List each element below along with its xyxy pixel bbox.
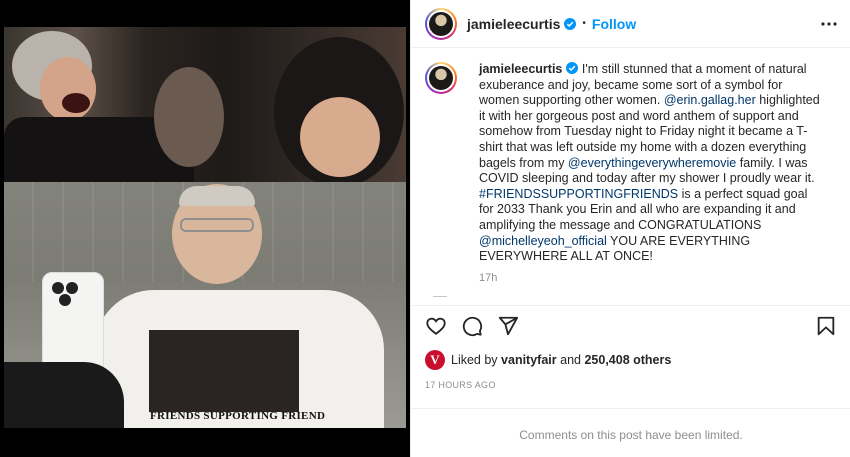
bookmark-icon[interactable] (815, 315, 837, 337)
comments-limited-notice: Comments on this post have been limited. (519, 428, 743, 442)
caption-text: jamieleecurtis I'm still stunned that a … (479, 62, 825, 286)
separator-dot: • (582, 18, 586, 29)
selfie-photo (4, 182, 406, 428)
mention-link[interactable]: @erin.gallag.her (664, 93, 756, 107)
divider (411, 408, 850, 409)
camera-lens (66, 282, 78, 294)
scroll-indicator (433, 296, 447, 297)
hands-over-face (300, 97, 380, 177)
tshirt-print (149, 330, 299, 412)
more-options-icon[interactable] (821, 18, 837, 30)
post-header: jamieleecurtis • Follow (411, 0, 850, 48)
caption-comment: jamieleecurtis I'm still stunned that a … (425, 62, 841, 286)
gray-hair (179, 186, 255, 206)
glasses (180, 218, 254, 232)
post-media[interactable]: FRIENDS SUPPORTING FRIEND (0, 0, 410, 457)
divider (411, 305, 850, 306)
mention-link[interactable]: @everythingeverywheremovie (568, 156, 736, 170)
likes-middle: and (560, 353, 581, 367)
heart-icon[interactable] (425, 315, 447, 337)
header-username[interactable]: jamieleecurtis (467, 16, 560, 32)
open-mouth (62, 93, 90, 113)
comment-icon[interactable] (461, 315, 483, 337)
post-details-panel: jamieleecurtis • Follow jamieleecurtis I… (410, 0, 850, 457)
vanityfair-avatar[interactable]: V (425, 350, 445, 370)
share-icon[interactable] (497, 315, 519, 337)
verified-badge-icon (566, 62, 579, 74)
likes-count[interactable]: 250,408 others (584, 353, 671, 367)
liked-by-user[interactable]: vanityfair (501, 353, 557, 367)
hashtag-link[interactable]: #FRIENDSSUPPORTINGFRIENDS (479, 187, 678, 201)
background-person (154, 67, 224, 167)
caption-avatar[interactable] (425, 62, 457, 94)
action-bar (425, 315, 837, 339)
follow-button[interactable]: Follow (592, 16, 636, 32)
verified-badge-icon (564, 17, 577, 30)
mention-link[interactable]: @michelleyeoh_official (479, 234, 607, 248)
likes-summary: V Liked by vanityfair and 250,408 others (425, 350, 671, 370)
camera-lens (59, 294, 71, 306)
camera-lens (52, 282, 64, 294)
post-age[interactable]: 17 HOURS AGO (425, 380, 496, 390)
profile-avatar[interactable] (425, 7, 457, 40)
caption-username[interactable]: jamieleecurtis (479, 62, 562, 76)
likes-prefix: Liked by (451, 353, 498, 367)
caption-time[interactable]: 17h (479, 271, 825, 287)
oscars-photo (4, 27, 406, 182)
shirt-text: FRIENDS SUPPORTING FRIEND (150, 410, 326, 422)
black-sleeve (4, 362, 124, 428)
